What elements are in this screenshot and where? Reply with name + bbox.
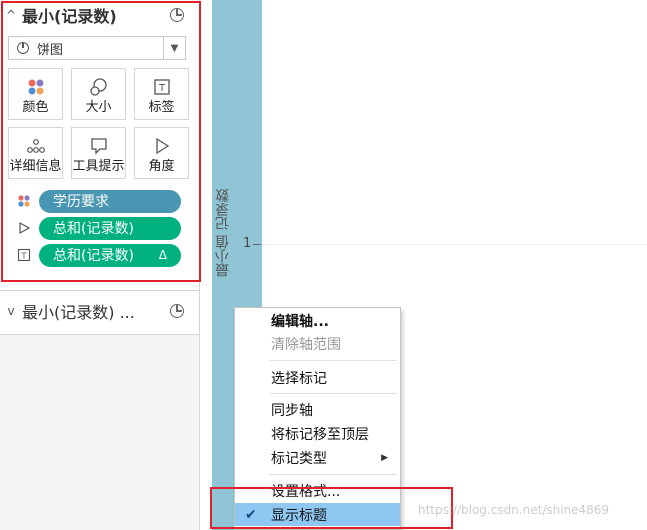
submenu-arrow-icon: ▶: [381, 452, 388, 463]
pie-chart-icon: [170, 304, 184, 318]
menu-item-move-marks-to-front[interactable]: 将标记移至顶层: [235, 422, 400, 445]
card-divider: [0, 290, 199, 291]
second-card-header[interactable]: v 最小(记录数) ...: [0, 296, 199, 326]
menu-item-edit-axis[interactable]: 编辑轴...: [235, 309, 400, 332]
menu-item-clear-axis-range: 清除轴范围: [271, 336, 341, 353]
second-card-title: 最小(记录数) ...: [22, 303, 135, 322]
menu-separator: [269, 474, 397, 475]
axis-tick-mark: [253, 244, 261, 245]
gridline: [262, 244, 647, 245]
card-divider: [0, 334, 199, 335]
panel-background: [0, 335, 199, 530]
axis-tick-label: 1: [243, 236, 252, 251]
menu-separator: [269, 360, 397, 361]
menu-item-synchronize-axis[interactable]: 同步轴: [235, 398, 400, 421]
annotation-box-show-header: [210, 487, 453, 529]
menu-item-label: 标记类型: [271, 450, 327, 467]
axis-title[interactable]: 最小值 记录数: [208, 168, 238, 298]
menu-item-mark-type[interactable]: 标记类型 ▶: [235, 446, 400, 469]
menu-separator: [269, 393, 397, 394]
chevron-down-icon[interactable]: v: [0, 304, 22, 318]
annotation-box-marks: [1, 1, 201, 282]
watermark: https://blog.csdn.net/shine4869: [418, 503, 610, 517]
menu-item-select-marks[interactable]: 选择标记: [235, 366, 400, 389]
